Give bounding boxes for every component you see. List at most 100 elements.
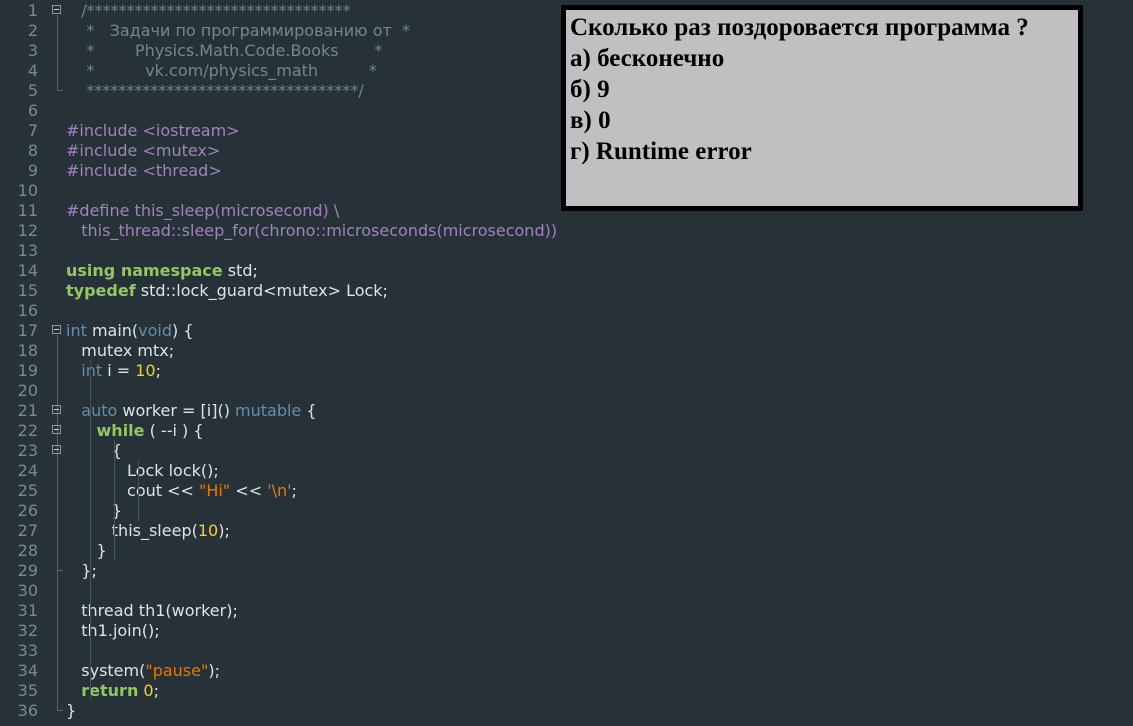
code-token: ; (291, 481, 297, 500)
code-token: this_sleep( (66, 521, 198, 540)
line-number: 25 (17, 481, 38, 500)
fold-range-line (57, 455, 58, 571)
line-number: 19 (17, 361, 38, 380)
code-line[interactable]: auto worker = [i]() mutable { (66, 401, 316, 421)
line-number: 27 (17, 521, 38, 540)
fold-toggle-icon[interactable] (52, 325, 61, 334)
code-token: std::lock_guard<mutex> Lock; (135, 281, 388, 300)
code-token: ); (218, 521, 230, 540)
code-token: } (66, 541, 107, 560)
line-number: 1 (27, 1, 38, 20)
code-line[interactable]: while ( --i ) { (66, 421, 204, 441)
code-token: 10 (135, 361, 156, 380)
code-token: #include <thread> (66, 161, 222, 180)
indent-guide (114, 440, 115, 560)
code-token: } (66, 701, 77, 720)
line-number: 35 (17, 681, 38, 700)
line-number: 28 (17, 541, 38, 560)
line-number: 15 (17, 281, 38, 300)
line-number: 31 (17, 601, 38, 620)
code-line[interactable]: mutex mtx; (66, 341, 174, 361)
line-number: 36 (17, 701, 38, 720)
line-number: 24 (17, 461, 38, 480)
code-token: auto (81, 401, 118, 420)
code-line[interactable]: th1.join(); (66, 621, 160, 641)
code-line[interactable]: #define this_sleep(microsecond) \ (66, 201, 339, 221)
code-line[interactable]: cout << "Hi" << '\n'; (66, 481, 297, 501)
code-token: main( (86, 321, 139, 340)
code-line[interactable]: typedef std::lock_guard<mutex> Lock; (66, 281, 388, 301)
code-line[interactable]: * Physics.Math.Code.Books * (66, 41, 382, 61)
code-token: using namespace (66, 261, 223, 280)
code-token: Lock lock(); (66, 461, 219, 480)
quiz-option-b: б) 9 (570, 76, 610, 103)
line-number: 21 (17, 401, 38, 420)
code-token: 0 (143, 681, 154, 700)
code-line[interactable]: int main(void) { (66, 321, 194, 341)
code-token: }; (66, 561, 97, 580)
code-token: this_thread::sleep_for(chrono::microseco… (66, 221, 558, 240)
code-line[interactable]: * Задачи по программированию от * (66, 21, 410, 41)
code-line[interactable]: **********************************/ (66, 81, 364, 101)
code-line[interactable]: Lock lock(); (66, 461, 219, 481)
quiz-option-c: в) 0 (570, 107, 611, 134)
code-token: ; (155, 361, 161, 380)
code-token: system( (66, 661, 146, 680)
line-number: 20 (17, 381, 38, 400)
fold-toggle-icon[interactable] (52, 405, 61, 414)
code-line[interactable]: using namespace std; (66, 261, 258, 281)
fold-toggle-icon[interactable] (52, 5, 61, 14)
code-line[interactable]: }; (66, 561, 97, 581)
code-line[interactable]: #include <mutex> (66, 141, 220, 161)
code-line[interactable]: } (66, 541, 107, 561)
code-token: ) { (172, 321, 194, 340)
line-number: 9 (27, 161, 38, 180)
code-token: '\n' (267, 481, 292, 500)
quiz-question: Сколько раз поздоровается программа ? (570, 14, 1029, 41)
code-line[interactable]: thread th1(worker); (66, 601, 238, 621)
fold-toggle-icon[interactable] (52, 425, 61, 434)
fold-range-end (57, 710, 63, 711)
code-token: ( --i ) { (144, 421, 204, 440)
fold-range-end (57, 90, 63, 91)
code-token: mutex mtx; (66, 341, 175, 360)
line-number: 17 (17, 321, 38, 340)
code-token: "pause" (145, 661, 209, 680)
code-line[interactable]: this_thread::sleep_for(chrono::microseco… (66, 221, 557, 241)
quiz-panel: Сколько раз поздоровается программа ? а)… (561, 5, 1083, 211)
code-line[interactable]: * vk.com/physics_math * (66, 61, 377, 81)
code-token: "Hi" (199, 481, 231, 500)
code-token: 10 (197, 521, 219, 540)
code-editor[interactable]: 1 2 3 4 5 6 7 8 9 10 11 12 13 14 15 16 17 18 19 20 21 22 23 24 2… (0, 0, 1133, 726)
code-line[interactable]: int i = 10; (66, 361, 161, 381)
fold-toggle-icon[interactable] (52, 445, 61, 454)
code-line[interactable]: } (66, 701, 76, 721)
line-number: 8 (27, 141, 38, 160)
line-number: 18 (17, 341, 38, 360)
code-token: i = (102, 361, 136, 380)
code-token: th1.join(); (66, 621, 160, 640)
code-token: /********************************* (66, 1, 351, 20)
code-line[interactable]: return 0; (66, 681, 159, 701)
code-token: while (96, 421, 145, 440)
line-number: 22 (17, 421, 38, 440)
code-line[interactable]: #include <thread> (66, 161, 222, 181)
code-token: int (66, 321, 87, 340)
code-token: **********************************/ (66, 81, 364, 100)
code-token: thread th1(worker); (66, 601, 238, 620)
line-number: 33 (17, 641, 38, 660)
code-token: typedef (66, 281, 136, 300)
code-token: #include <iostream> (66, 121, 240, 140)
code-line[interactable]: /********************************* (66, 1, 351, 21)
line-number: 12 (17, 221, 38, 240)
line-number: 10 (17, 181, 38, 200)
line-number: 6 (27, 101, 38, 120)
line-number: 13 (17, 241, 38, 260)
code-line[interactable]: #include <iostream> (66, 121, 240, 141)
code-token: cout << (66, 481, 200, 500)
line-number: 32 (17, 621, 38, 640)
fold-range-end (57, 570, 63, 571)
